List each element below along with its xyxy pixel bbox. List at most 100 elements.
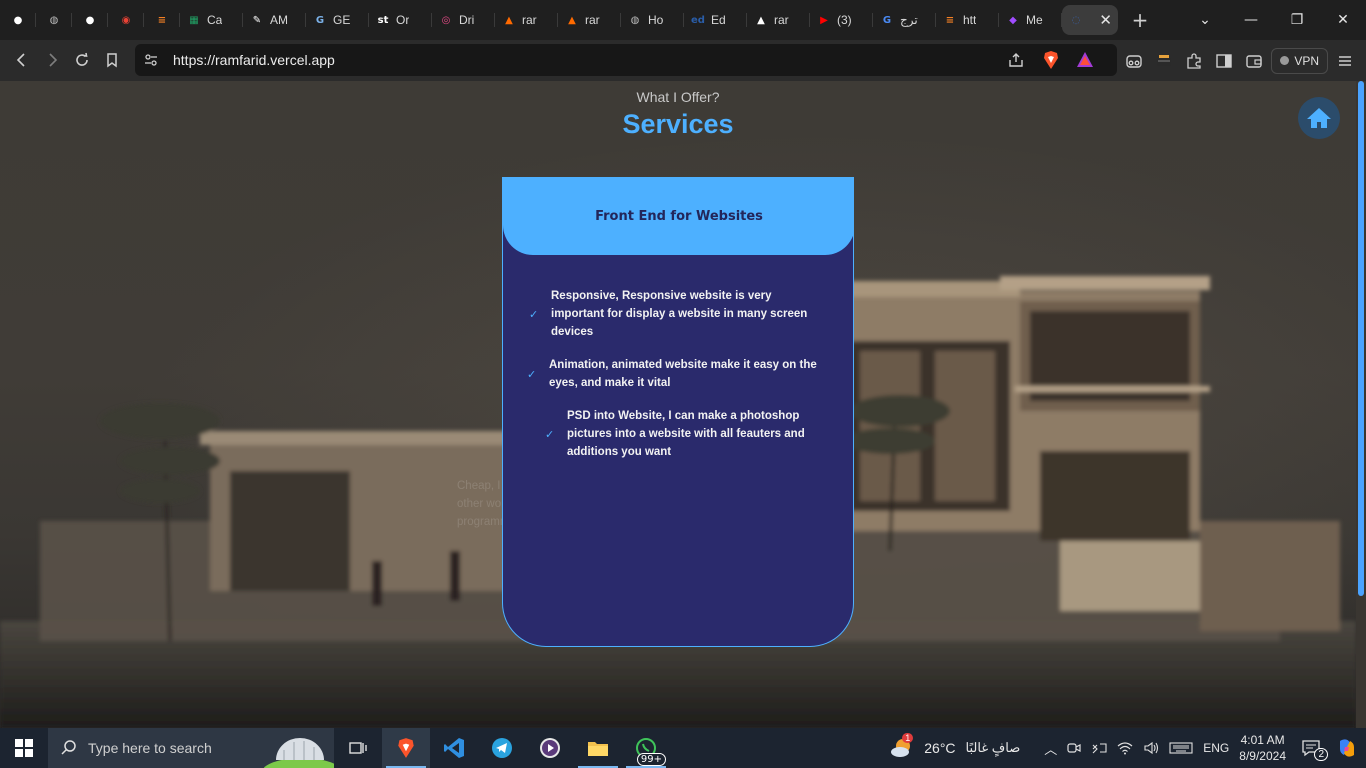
browser-tab[interactable]: ◆ Me [999,5,1062,35]
forward-button[interactable] [37,45,67,75]
section-title: Services [622,109,734,139]
taskbar-file-explorer[interactable] [574,728,622,768]
service-card-heading: Front End for Websites [595,208,763,224]
browser-extensions: VPN [1121,40,1366,81]
browser-tab[interactable]: ▲ rar [747,5,810,35]
reload-icon [76,52,88,66]
tab-title: Ho [648,13,664,27]
wallet-button[interactable] [1241,48,1267,74]
browser-tab[interactable]: G GE [306,5,369,35]
browser-tab[interactable]: ◉ [108,5,144,35]
globe-icon: ◍ [630,14,640,26]
keyboard-layout-icon[interactable] [1091,741,1107,755]
extensions-button[interactable] [1181,48,1207,74]
sidebar-icon [1216,53,1233,68]
language-indicator[interactable]: ENG [1203,741,1229,755]
weather-widget[interactable]: 1 [890,733,914,759]
check-icon: ✓ [545,427,555,441]
browser-tab[interactable]: ▦ Ca [180,5,243,35]
bookmark-button[interactable] [97,45,127,75]
volume-icon[interactable] [1143,741,1159,755]
browser-tab[interactable]: ◍ Ho [621,5,684,35]
back-button[interactable] [7,45,37,75]
tab-title: Me [1026,13,1043,27]
camera-icon[interactable] [1067,741,1081,755]
browser-tab[interactable]: ◎ Dri [432,5,495,35]
show-hidden-icons-icon[interactable]: ︿ [1044,739,1057,758]
taskbar-brave[interactable] [382,728,430,768]
browser-toolbar: https://ramfarid.vercel.app VPN [0,40,1366,81]
stackoverflow-icon: ≡ [157,14,167,26]
site-settings-icon[interactable] [143,52,159,68]
browser-tab[interactable]: st Or [369,5,432,35]
whatsapp-badge: 99+ [636,753,666,766]
system-tray: 1 26°C صافٍ غالبًا ︿ ENG 4:01 AM 8/9/202… [890,728,1366,768]
github-icon: ● [13,14,23,26]
new-tab-button[interactable]: + [1124,5,1156,35]
stackoverflow-icon: ≡ [945,14,955,26]
extension-button[interactable] [1151,48,1177,74]
browser-tab[interactable]: ● [72,5,108,35]
tab-title: GE [333,13,351,27]
start-button[interactable] [0,728,48,768]
restore-icon[interactable]: ❐ [1274,0,1320,40]
task-view-icon [349,742,367,754]
brave-rewards-icon[interactable] [1076,51,1094,69]
close-window-icon[interactable]: ✕ [1320,0,1366,40]
tab-search-icon[interactable]: ⌄ [1182,0,1228,40]
tab-title: Or [396,13,410,27]
close-tab-icon[interactable]: ✕ [1099,11,1112,29]
taskbar-telegram[interactable] [478,728,526,768]
reload-button[interactable] [67,45,97,75]
task-view-button[interactable] [334,728,382,768]
copilot-icon[interactable] [1336,737,1358,759]
taskbar-whatsapp[interactable]: 99+ [622,728,670,768]
active-browser-tab[interactable]: ◌ ✕ [1062,5,1118,35]
search-icon [61,740,76,755]
brave-shield-icon[interactable] [1042,50,1060,70]
vercel-icon: ▲ [757,14,765,26]
menu-button[interactable] [1332,48,1358,74]
messenger-icon: ◆ [1009,14,1017,26]
browser-tab[interactable]: ▶ (3) [810,5,873,35]
browser-tab[interactable]: ≡ htt [936,5,999,35]
clock[interactable]: 4:01 AM 8/9/2024 [1239,732,1286,764]
window-controls: ⌄ — ❐ ✕ [1182,0,1366,40]
feature-item: ✓ Responsive, Responsive website is very… [529,287,819,341]
reader-mode-button[interactable] [1121,48,1147,74]
taskbar-media-player[interactable] [526,728,574,768]
browser-tab[interactable]: G ترج [873,5,936,35]
browser-tab[interactable]: ● [0,5,36,35]
notification-center-button[interactable]: 2 [1296,733,1328,763]
vpn-label: VPN [1294,53,1319,68]
vpn-button[interactable]: VPN [1271,47,1328,74]
browser-tab[interactable]: ▲ rar [495,5,558,35]
address-bar[interactable]: https://ramfarid.vercel.app [135,44,1117,76]
play-icon [540,738,560,758]
minimize-icon[interactable]: — [1228,0,1274,40]
weather-desc: صافٍ غالبًا [965,740,1021,755]
wifi-icon[interactable] [1117,741,1133,755]
fire-icon: ▲ [568,14,576,26]
feature-item: ✓ Animation, animated website make it ea… [527,356,819,392]
taskbar-vscode[interactable] [430,728,478,768]
clock-date: 8/9/2024 [1239,749,1286,763]
bookmark-icon [107,53,117,68]
sidebar-toggle-button[interactable] [1211,48,1237,74]
browser-tab[interactable]: ◍ [36,5,72,35]
browser-tab[interactable]: ✎ AM [243,5,306,35]
dribbble-icon: ◎ [441,14,451,26]
touch-keyboard-icon[interactable] [1169,741,1193,755]
browser-tab[interactable]: ▲ rar [558,5,621,35]
taskbar-search[interactable]: Type here to search [48,728,334,768]
scrollbar-thumb[interactable] [1358,81,1364,596]
home-button[interactable] [1298,97,1340,139]
browser-tab[interactable]: ed Ed [684,5,747,35]
page-scrollbar[interactable] [1356,81,1366,728]
clock-time: 4:01 AM [1240,733,1285,747]
get-icon: G [315,14,325,26]
browser-tab[interactable]: ≡ [144,5,180,35]
share-icon[interactable] [1007,51,1025,69]
loading-icon: ◌ [1071,14,1081,26]
github-icon: ● [85,14,95,26]
